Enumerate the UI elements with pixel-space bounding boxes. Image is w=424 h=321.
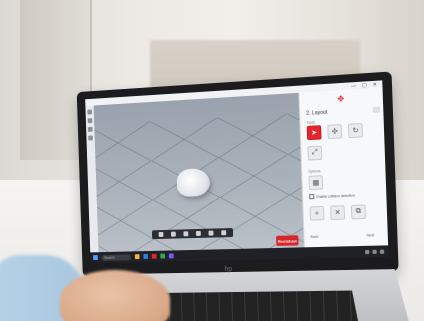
laptop-logo: hp (224, 266, 233, 274)
collision-checkbox[interactable] (309, 193, 315, 200)
copy-icon: ⧉ (355, 207, 362, 216)
wireframe-icon[interactable] (221, 230, 227, 236)
duplicate-button[interactable]: ⧉ (350, 204, 367, 220)
plus-icon: + (314, 209, 320, 217)
collision-option[interactable]: Enable collision detection (309, 192, 355, 200)
photo-scene: — ▢ ✕ Renishaw ✥ 2. Layout Tools ➤ ✣ ↻ ⤢… (0, 0, 424, 321)
tools-section-label: Tools (306, 120, 316, 125)
laptop-screen: — ▢ ✕ Renishaw ✥ 2. Layout Tools ➤ ✣ ↻ ⤢… (85, 80, 389, 263)
arrange-icon: ▦ (312, 179, 320, 187)
move-tool-button[interactable]: ✣ (327, 124, 343, 140)
volume-icon[interactable] (372, 249, 377, 254)
options-section-label: Options (308, 169, 321, 174)
collision-checkbox-label: Enable collision detection (316, 193, 355, 199)
laptop-lid: — ▢ ✕ Renishaw ✥ 2. Layout Tools ➤ ✣ ↻ ⤢… (76, 71, 399, 277)
brand-badge-text: Renishaw (277, 237, 297, 244)
view-top-icon[interactable] (170, 231, 176, 237)
view-iso-icon[interactable] (195, 230, 201, 236)
cursor-icon: ➤ (310, 129, 318, 137)
rotate-icon: ↻ (352, 127, 359, 135)
windows-start-icon[interactable] (93, 255, 98, 261)
arrange-button[interactable]: ▦ (308, 175, 324, 191)
file-explorer-icon[interactable] (134, 254, 140, 260)
brand-badge: Renishaw (276, 235, 299, 246)
system-tray (365, 249, 385, 254)
wifi-icon[interactable] (365, 249, 370, 254)
close-icon: ✕ (334, 209, 341, 217)
menu-icon[interactable] (87, 109, 93, 115)
scale-icon: ⤢ (311, 148, 318, 157)
panel-title: 2. Layout (306, 109, 328, 117)
add-button[interactable]: + (309, 205, 325, 221)
panel-collapse-button[interactable] (372, 106, 381, 114)
view-side-icon[interactable] (183, 231, 189, 237)
back-button[interactable]: Back (311, 235, 319, 239)
move-icon: ✣ (331, 128, 338, 136)
scale-tool-button[interactable]: ⤢ (307, 145, 323, 161)
next-button[interactable]: Next (367, 233, 375, 237)
zoom-fit-icon[interactable] (208, 230, 214, 236)
battery-icon[interactable] (379, 249, 385, 254)
remove-button[interactable]: ✕ (330, 205, 346, 221)
layout-step-icon: ✥ (337, 94, 345, 104)
teams-icon[interactable] (168, 253, 174, 259)
taskbar-search-input[interactable]: Search (101, 253, 132, 261)
file-icon[interactable] (87, 118, 93, 124)
edge-icon[interactable] (143, 253, 149, 259)
select-tool-button[interactable]: ➤ (306, 125, 322, 141)
person-hand (60, 270, 170, 321)
rotate-tool-button[interactable]: ↻ (347, 122, 364, 139)
3d-viewport[interactable]: Renishaw (93, 92, 304, 253)
chrome-icon[interactable] (160, 253, 166, 259)
view-front-icon[interactable] (158, 231, 164, 238)
layers-icon[interactable] (87, 126, 93, 132)
settings-icon[interactable] (88, 135, 93, 141)
app-taskbar-icon[interactable] (151, 253, 157, 259)
layout-panel: ✥ 2. Layout Tools ➤ ✣ ↻ ⤢ Options ▦ Enab… (298, 87, 389, 248)
